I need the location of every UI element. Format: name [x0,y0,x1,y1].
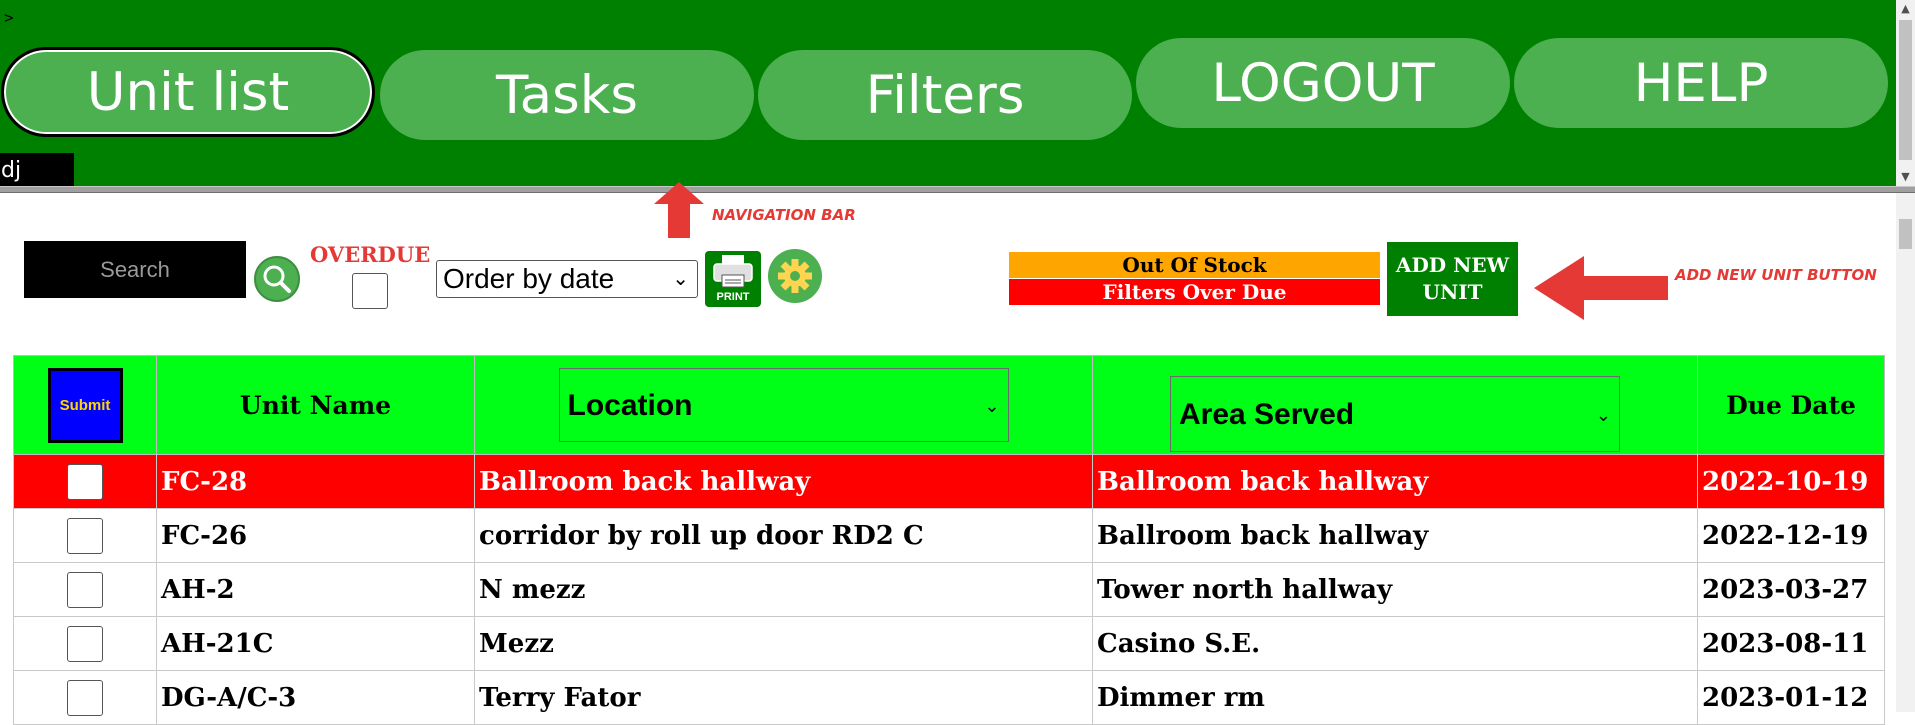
table-row[interactable]: FC-28 Ballroom back hallway Ballroom back … [13,454,1885,509]
search-button[interactable] [254,256,300,302]
row-select-cell [13,454,157,509]
magnifier-icon [263,265,291,293]
row-checkbox[interactable] [67,463,103,500]
row-checkbox[interactable] [67,571,103,608]
nav-unit-list-button[interactable]: Unit list [1,47,375,137]
submit-header-cell: Submit [13,355,157,455]
row-select-cell [13,508,157,563]
search-input[interactable] [24,241,246,298]
chevron-down-icon: ⌄ [984,396,1000,416]
frame-divider[interactable] [0,186,1915,193]
unit-name-cell: FC-26 [156,508,475,563]
print-button[interactable]: PRINT [705,251,761,307]
overdue-filter-label: OVERDUE [310,242,431,267]
area-served-cell: Ballroom back hallway [1092,454,1698,509]
order-by-select[interactable]: Order by date ⌄ [436,260,698,298]
main-scrollbar[interactable] [1896,193,1915,712]
area-served-filter-select[interactable]: Area Served ⌄ [1170,376,1620,452]
annotation-left-arrow-icon [1534,256,1668,320]
location-cell: N mezz [474,562,1093,617]
due-date-header[interactable]: Due Date [1697,355,1885,455]
print-label: PRINT [716,291,750,303]
area-served-cell: Casino S.E. [1092,616,1698,671]
due-date-cell: 2023-01-12 [1697,670,1885,725]
area-served-cell: Tower north hallway [1092,562,1698,617]
navigation-bar: > Unit list Tasks Filters LOGOUT HELP dj [0,0,1896,186]
scroll-down-arrow-icon[interactable]: ▼ [1896,168,1915,186]
unit-name-cell: FC-28 [156,454,475,509]
table-row[interactable]: AH-21C Mezz Casino S.E. 2023-08-11 [13,616,1885,671]
nav-tasks-button[interactable]: Tasks [380,50,754,140]
row-checkbox[interactable] [67,517,103,554]
due-date-cell: 2023-03-27 [1697,562,1885,617]
area-served-cell: Ballroom back hallway [1092,508,1698,563]
row-checkbox[interactable] [67,625,103,662]
location-cell: Terry Fator [474,670,1093,725]
unit-name-cell: AH-21C [156,616,475,671]
area-served-cell: Dimmer rm [1092,670,1698,725]
due-date-cell: 2023-08-11 [1697,616,1885,671]
location-cell: Mezz [474,616,1093,671]
row-checkbox[interactable] [67,679,103,716]
location-cell: corridor by roll up door RD2 C [474,508,1093,563]
table-row[interactable]: DG-A/C-3 Terry Fator Dimmer rm 2023-01-12 [13,670,1885,725]
printer-icon [713,255,753,288]
add-unit-label-line1: ADD NEW [1395,253,1510,277]
unit-name-cell: AH-2 [156,562,475,617]
annotation-add-unit-label: ADD NEW UNIT BUTTON [1675,266,1877,284]
unit-name-cell: DG-A/C-3 [156,670,475,725]
top-frame-scrollbar[interactable]: ▲ ▼ [1896,0,1915,186]
prompt-marker: > [4,8,14,27]
row-select-cell [13,670,157,725]
chevron-down-icon: ⌄ [1595,405,1611,425]
order-by-value: Order by date [443,263,615,294]
user-name-label: dj [0,153,74,186]
legend-out-of-stock: Out Of Stock [1009,252,1380,278]
gear-icon [778,259,812,293]
table-row[interactable]: FC-26 corridor by roll up door RD2 C Ballr… [13,508,1885,563]
settings-button[interactable] [768,249,822,303]
scroll-up-arrow-icon[interactable]: ▲ [1896,0,1915,18]
area-served-filter-label: Area Served [1179,398,1355,431]
row-select-cell [13,562,157,617]
nav-filters-button[interactable]: Filters [758,50,1132,140]
due-date-cell: 2022-10-19 [1697,454,1885,509]
area-served-header-cell: Area Served ⌄ [1092,355,1698,455]
annotation-navigation-bar-label: NAVIGATION BAR [712,206,856,224]
table-row[interactable]: AH-2 N mezz Tower north hallway 2023-03-27 [13,562,1885,617]
unit-name-header[interactable]: Unit Name [156,355,475,455]
location-filter-label: Location [567,389,693,422]
chevron-down-icon: ⌄ [672,268,689,290]
add-new-unit-button[interactable]: ADD NEW UNIT [1387,242,1518,316]
location-cell: Ballroom back hallway [474,454,1093,509]
scrollbar-thumb[interactable] [1899,20,1912,160]
location-filter-select[interactable]: Location ⌄ [558,368,1009,442]
location-header-cell: Location ⌄ [474,355,1093,455]
scrollbar-thumb[interactable] [1899,219,1912,249]
nav-logout-button[interactable]: LOGOUT [1136,38,1510,128]
legend-filters-overdue: Filters Over Due [1009,279,1380,305]
row-select-cell [13,616,157,671]
add-unit-label-line2: UNIT [1422,280,1483,304]
overdue-checkbox[interactable] [352,273,388,309]
annotation-up-arrow-icon [654,182,704,238]
table-header-row: Submit Unit Name Location ⌄ Area Served … [13,355,1885,455]
unit-table: Submit Unit Name Location ⌄ Area Served … [13,355,1885,725]
submit-button[interactable]: Submit [47,367,123,443]
due-date-cell: 2022-12-19 [1697,508,1885,563]
nav-help-button[interactable]: HELP [1514,38,1888,128]
